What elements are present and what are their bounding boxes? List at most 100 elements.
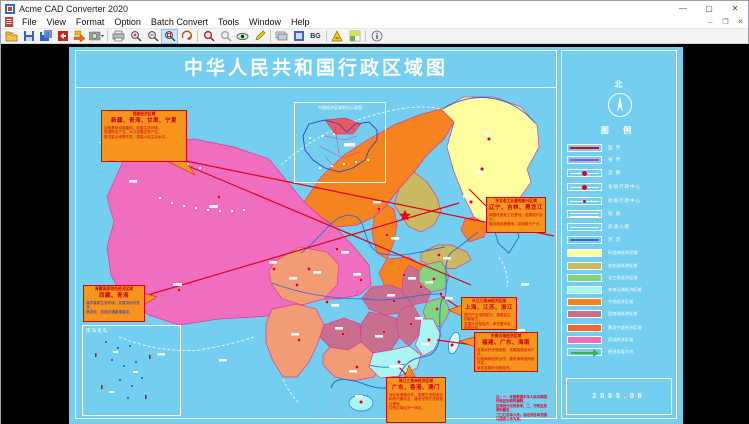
south-sea-islands [95, 341, 151, 399]
color-button[interactable] [346, 29, 363, 44]
child-restore-button[interactable]: ❐ [718, 18, 733, 26]
swatch [567, 336, 602, 344]
swatch [567, 298, 602, 306]
date-box: 2005.06 [566, 378, 672, 415]
callout-yangtze-delta: 长江三角洲经济区域 上海、江苏、浙江 提升产业结构层次，增强自主创新能力， 发展… [461, 297, 517, 330]
menu-file[interactable]: File [17, 16, 42, 29]
minimize-button[interactable]: — [670, 1, 696, 16]
edit-button[interactable] [251, 29, 268, 44]
app-window: Acme CAD Converter 2020 — ▢ ✕ File View … [0, 0, 749, 424]
color-swatch-icon [349, 30, 360, 42]
zoom-in-icon [130, 31, 141, 42]
font-icon [331, 30, 343, 42]
layout-icon [293, 31, 304, 41]
map-title: 中华人民共和国行政区域图 [75, 50, 557, 88]
legend-row-capital: 首 都 [567, 168, 621, 177]
menu-view[interactable]: View [42, 16, 71, 29]
save-icon [23, 31, 34, 41]
zoom-out-button[interactable] [144, 29, 161, 44]
callout-southeast-coast: 东南沿海经济区域 福建、广东、海南 发挥对外开放优势，发展高新技术产业， 加强两… [474, 332, 538, 372]
swatch [567, 324, 602, 332]
swatch [567, 310, 602, 318]
legend-swatch-row: 中部经济区域 [567, 297, 633, 307]
zoom-extents-icon [181, 30, 192, 40]
callout-pearl-delta: 珠江三角洲经济区域 广东、香港、澳门 深化粤港澳合作，发展先进制造业 和现代服务… [386, 377, 446, 423]
legend-row-boundary: 国 界 [567, 143, 621, 152]
menu-help[interactable]: Help [286, 16, 315, 29]
direction-arrow-icon [567, 348, 602, 357]
legend-swatch-row: 东南沿海经济区域 [567, 285, 642, 295]
legend-swatch-row: 黄河中游经济区域 [567, 323, 642, 333]
font-button[interactable] [329, 29, 346, 44]
eye-icon [236, 32, 249, 40]
view-mode-button[interactable] [234, 29, 251, 44]
callout-northeast: 东北老工业基地振兴区域 辽宁、吉林、黑龙江 调整改造老工业基地，发展现代农业， … [486, 197, 546, 233]
find-next-icon [220, 30, 231, 42]
swatch [567, 262, 602, 270]
legend-swatch-row-arrow: 经济发展方向 [567, 347, 633, 357]
legend-swatch-row: 环渤海经济区域 [567, 248, 637, 258]
legend-swatch-row: 西部经济区域 [567, 335, 633, 345]
save-button[interactable] [20, 29, 37, 44]
legend-swatch-row: 东北部经济区域 [567, 261, 637, 271]
layers-icon [275, 31, 288, 41]
legend-swatch-row: 长三角经济区域 [567, 273, 637, 283]
about-button[interactable] [368, 29, 385, 44]
convert-icon [57, 31, 68, 41]
legend-title: 图 例 [600, 126, 638, 135]
callout-west: 西部经济区域 新疆、青海、甘肃、宁夏 加快基础设施建设，改善生态环境， 发展特色… [101, 110, 187, 162]
legend-row-province-boundary: 省 界 [567, 155, 621, 164]
save-all-icon [39, 30, 52, 41]
overview-inset: 中国经济区域划分示意图 [294, 102, 386, 183]
zoom-out-icon [147, 31, 158, 42]
layers-button[interactable] [273, 29, 290, 44]
camera-icon [89, 31, 104, 41]
layout-button[interactable] [290, 29, 307, 44]
drawing-canvas[interactable]: 中华人民共和国行政区域图 中国经济区域划分示意图 南海诸岛 北 图 例 国 界 … [1, 44, 749, 424]
background-toggle-button[interactable]: BG [307, 29, 324, 44]
zoom-window-icon [164, 31, 175, 42]
close-button[interactable]: ✕ [722, 1, 748, 16]
maximize-button[interactable]: ▢ [696, 1, 722, 16]
info-icon [371, 30, 382, 42]
zoom-window-button[interactable] [161, 28, 178, 44]
window-title: Acme CAD Converter 2020 [19, 3, 129, 14]
zoom-extents-button[interactable] [178, 29, 195, 44]
snapshot-button[interactable] [88, 29, 105, 44]
convert-button[interactable] [54, 29, 71, 44]
find-text-button[interactable] [200, 29, 217, 44]
compass-icon [608, 93, 632, 117]
export-arrow-icon [73, 30, 86, 42]
child-close-button[interactable]: ✕ [733, 18, 748, 26]
menu-window[interactable]: Window [244, 16, 286, 29]
se-asia-boundaries [308, 382, 336, 420]
legend-row-river: 河 流 [567, 235, 621, 244]
swatch [567, 274, 602, 282]
legend-swatch-row: 西南部经济区域 [567, 309, 637, 319]
zoom-in-button[interactable] [127, 29, 144, 44]
legend-panel: 北 图 例 国 界 省 界 首 都 省级行政中心 地级行政中心 铁 路 高速公路… [561, 50, 677, 419]
south-sea-inset-title: 南海诸岛 [86, 328, 108, 333]
save-all-button[interactable] [37, 29, 54, 44]
child-minimize-button[interactable]: – [703, 19, 718, 26]
south-sea-inset: 南海诸岛 [82, 325, 181, 416]
menu-option[interactable]: Option [109, 16, 146, 29]
document-icon [5, 17, 13, 27]
map-notes: 注：一、本图根据中华人民共和国行政区划资料编制， 区域划分仅供参考。二、行政区划… [496, 395, 547, 422]
find-next-button[interactable] [217, 29, 234, 44]
open-button[interactable] [3, 29, 20, 44]
open-folder-icon [5, 31, 18, 41]
legend-row-city: 地级行政中心 [567, 196, 641, 205]
menu-tools[interactable]: Tools [213, 16, 244, 29]
menubar: File View Format Option Batch Convert To… [1, 16, 748, 29]
find-icon [203, 30, 214, 42]
pen-icon [254, 30, 265, 41]
toolbar: BG [1, 28, 748, 44]
overview-inset-map [302, 117, 378, 173]
export-button[interactable] [71, 29, 88, 44]
menu-batch-convert[interactable]: Batch Convert [146, 16, 213, 29]
drawing-sheet: 中华人民共和国行政区域图 中国经济区域划分示意图 南海诸岛 北 图 例 国 界 … [69, 47, 683, 424]
menu-format[interactable]: Format [71, 16, 110, 29]
print-button[interactable] [110, 29, 127, 44]
bg-label: BG [310, 32, 321, 40]
